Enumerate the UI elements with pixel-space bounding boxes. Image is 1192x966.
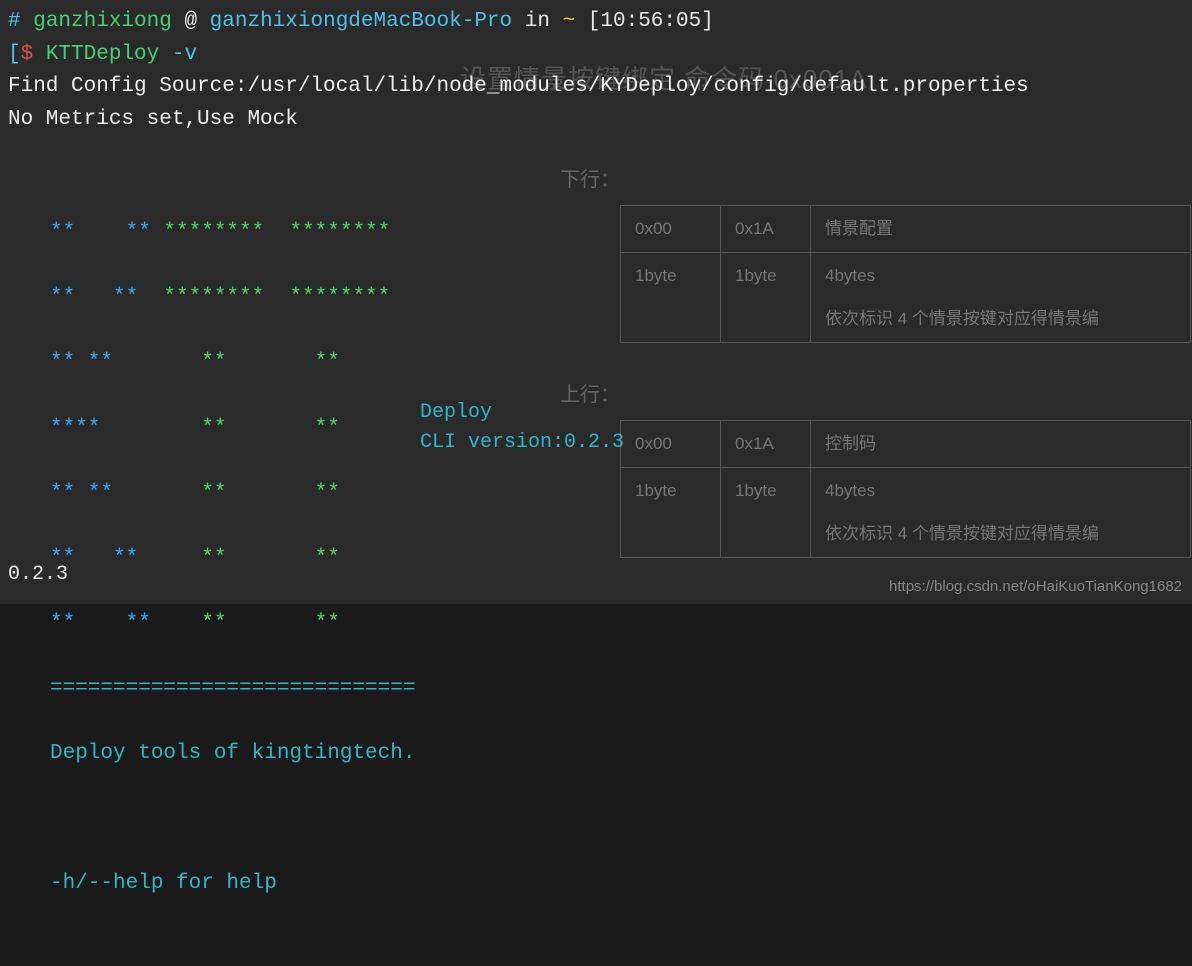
command-arg: -v bbox=[172, 43, 197, 66]
ascii-row: ** ** ** ** bbox=[50, 347, 1184, 380]
ascii-row: ** ** ** ** bbox=[50, 543, 1184, 576]
ascii-banner: ** ** ******** ******** ** ** ******** *… bbox=[50, 185, 1184, 934]
ascii-tagline: Deploy tools of kingtingtech. bbox=[50, 738, 1184, 771]
prompt-time: [10:56:05] bbox=[588, 10, 714, 33]
prompt-in: in bbox=[525, 10, 550, 33]
prompt-dollar: $ bbox=[21, 43, 34, 66]
ascii-row: ** ** ** ** bbox=[50, 478, 1184, 511]
command-name: KTTDeploy bbox=[46, 43, 159, 66]
prompt-path: ~ bbox=[563, 10, 576, 33]
ascii-row: ** ** ** ** bbox=[50, 608, 1184, 641]
prompt-at: @ bbox=[184, 10, 197, 33]
output-line: No Metrics set,Use Mock bbox=[8, 108, 298, 131]
terminal[interactable]: # ganzhixiong @ ganzhixiongdeMacBook-Pro… bbox=[0, 0, 1192, 604]
ascii-row: ** ** ******** ******** bbox=[50, 282, 1184, 315]
prompt-hash: # bbox=[8, 10, 21, 33]
ascii-help: -h/--help for help bbox=[50, 868, 1184, 901]
prompt-user: ganzhixiong bbox=[33, 10, 172, 33]
output-line: Find Config Source:/usr/local/lib/node_m… bbox=[8, 75, 1029, 98]
prompt-host: ganzhixiongdeMacBook-Pro bbox=[210, 10, 512, 33]
ascii-row: **** ** ** bbox=[50, 413, 1184, 446]
prompt-bracket: [ bbox=[8, 43, 21, 66]
ascii-row: ** ** ******** ******** bbox=[50, 217, 1184, 250]
ascii-divider: ============================= bbox=[50, 673, 1184, 706]
